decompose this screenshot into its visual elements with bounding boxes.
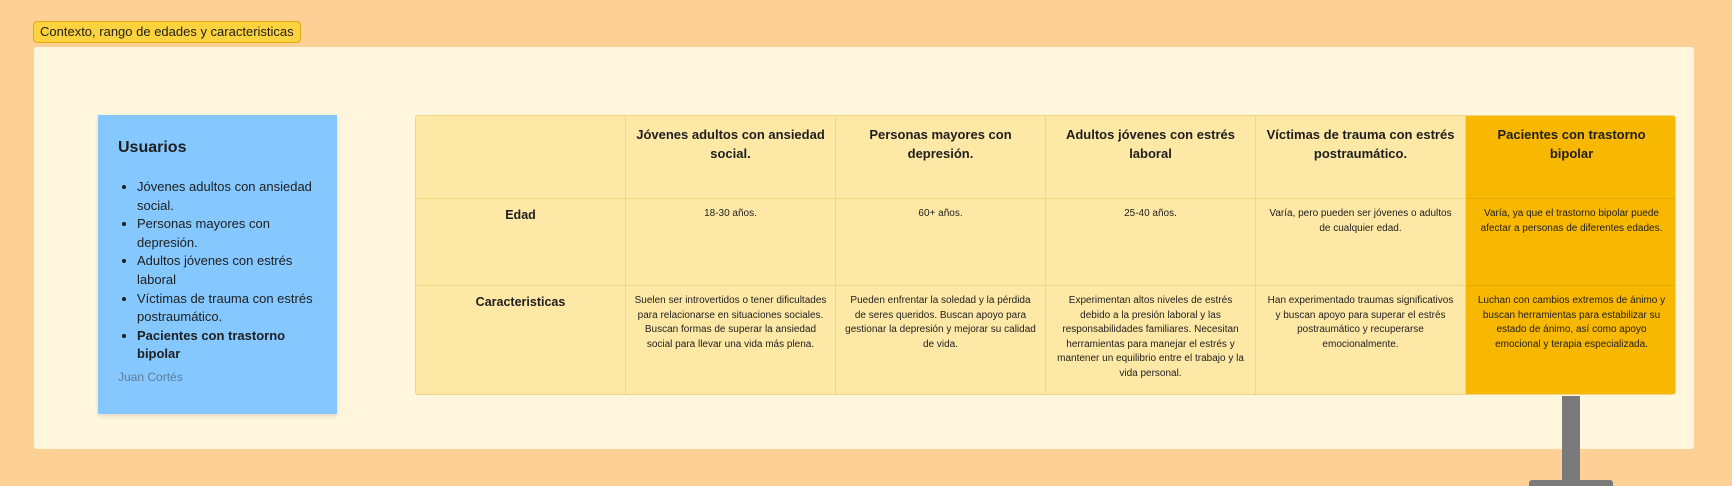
- table-cell[interactable]: Pueden enfrentar la soledad y la pérdida…: [836, 286, 1046, 394]
- table-cell-highlighted[interactable]: Luchan con cambios extremos de ánimo y b…: [1466, 286, 1675, 394]
- table-cell[interactable]: Varía, pero pueden ser jóvenes o adultos…: [1256, 199, 1466, 286]
- table-header-cell-highlighted[interactable]: Pacientes con trastorno bipolar: [1466, 116, 1675, 199]
- table-cell[interactable]: 18-30 años.: [626, 199, 836, 286]
- table-header-cell[interactable]: Adultos jóvenes con estrés laboral: [1046, 116, 1256, 199]
- table-header-cell[interactable]: Víctimas de trauma con estrés postraumát…: [1256, 116, 1466, 199]
- sticky-note[interactable]: Usuarios Jóvenes adultos con ansiedad so…: [98, 115, 337, 414]
- list-item: Jóvenes adultos con ansiedad social.: [137, 178, 317, 215]
- table-cell[interactable]: Suelen ser introvertidos o tener dificul…: [626, 286, 836, 394]
- comparison-table[interactable]: Jóvenes adultos con ansiedad social. Per…: [415, 115, 1676, 395]
- stand-base: [1529, 480, 1613, 486]
- table-header-cell[interactable]: Personas mayores con depresión.: [836, 116, 1046, 199]
- table-cell[interactable]: Experimentan altos niveles de estrés deb…: [1046, 286, 1256, 394]
- table-cell[interactable]: Han experimentado traumas significativos…: [1256, 286, 1466, 394]
- list-item: Personas mayores con depresión.: [137, 215, 317, 252]
- table-row-label[interactable]: Caracteristicas: [416, 286, 626, 394]
- sticky-author: Juan Cortés: [118, 369, 183, 384]
- table-header-cell[interactable]: Jóvenes adultos con ansiedad social.: [626, 116, 836, 199]
- stand-post: [1562, 396, 1580, 480]
- table-cell-highlighted[interactable]: Varía, ya que el trastorno bipolar puede…: [1466, 199, 1675, 286]
- list-item: Adultos jóvenes con estrés laboral: [137, 252, 317, 289]
- list-item: Pacientes con trastorno bipolar: [137, 327, 317, 364]
- list-item: Víctimas de trauma con estrés postraumát…: [137, 290, 317, 327]
- table-cell[interactable]: 60+ años.: [836, 199, 1046, 286]
- sticky-list: Jóvenes adultos con ansiedad social. Per…: [118, 178, 317, 364]
- frame-title[interactable]: Contexto, rango de edades y caracteristi…: [33, 21, 301, 43]
- sticky-title: Usuarios: [118, 139, 187, 156]
- table-cell[interactable]: 25-40 años.: [1046, 199, 1256, 286]
- table-row-label[interactable]: Edad: [416, 199, 626, 286]
- table-corner-cell[interactable]: [416, 116, 626, 199]
